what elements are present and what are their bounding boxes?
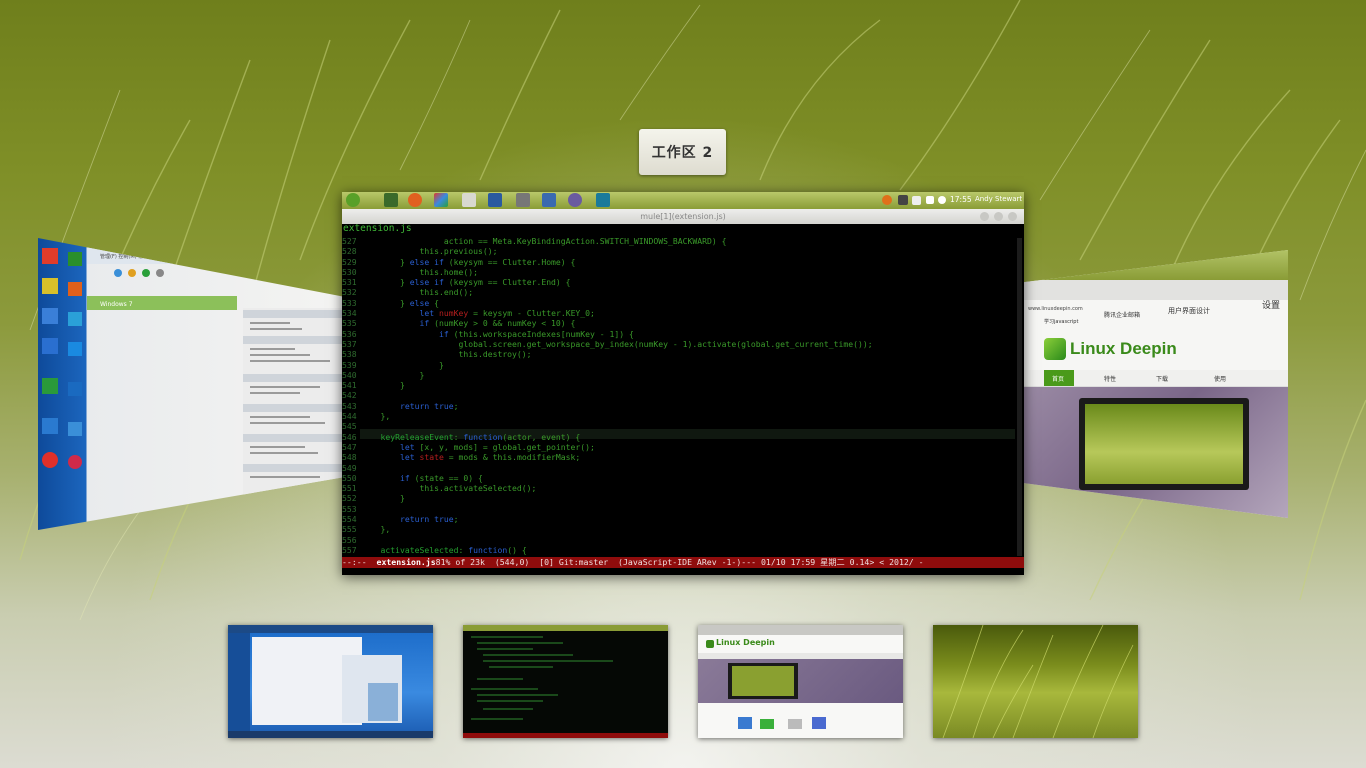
line-number: 553 — [342, 503, 357, 514]
line-number: 530 — [342, 266, 357, 277]
display-icon[interactable] — [488, 193, 502, 207]
close-button[interactable] — [1008, 212, 1017, 221]
line-number: 535 — [342, 318, 357, 329]
panel-clock: 17:55 — [950, 195, 972, 204]
browser-tab-1[interactable]: 学习javascript — [1044, 318, 1078, 325]
line-number: 550 — [342, 472, 357, 483]
line-number: 527 — [342, 236, 357, 246]
chrome-icon[interactable] — [568, 193, 582, 207]
settings-link[interactable]: 设置 — [1262, 298, 1280, 311]
nav-download[interactable]: 下载 — [1156, 374, 1168, 383]
window-titlebar[interactable]: mule[1](extension.js) — [342, 209, 1024, 224]
buffer-name: extension.js — [343, 224, 412, 234]
line-numbers: 527 528 529 530 531 532 533 534 535 536 537 538 539 5… — [342, 236, 360, 557]
battery-icon — [898, 195, 908, 205]
line-number: 549 — [342, 462, 357, 473]
line-number: 557 — [342, 544, 357, 555]
modeline-status: 81% of 23k (544,0) [0] Git:master (JavaS… — [435, 557, 924, 567]
vm-icon[interactable] — [596, 193, 610, 207]
workspace-thumbnail-3[interactable]: Linux Deepin — [698, 625, 903, 738]
main-window-emacs[interactable]: 17:55 Andy Stewart mule[1](extension.js)… — [342, 192, 1024, 575]
terminal-icon[interactable] — [384, 193, 398, 207]
left-window-content: 管理(F) 控制(M) 帮助(H) Windows 7 — [42, 246, 342, 508]
line-number: 532 — [342, 287, 357, 298]
line-number: 546 — [342, 431, 357, 442]
thumb-deepin-logo: Linux Deepin — [716, 638, 775, 647]
line-number: 543 — [342, 400, 357, 411]
left-window-preview[interactable]: 管理(F) 控制(M) 帮助(H) Windows 7 — [38, 238, 342, 530]
line-number: 533 — [342, 297, 357, 308]
settings-icon[interactable] — [938, 196, 946, 204]
line-number: 537 — [342, 338, 357, 349]
line-number: 536 — [342, 328, 357, 339]
code-editor[interactable]: extension.js 527 528 529 530 531 532 533 534 535… — [342, 224, 1024, 557]
editor-scrollbar[interactable] — [1017, 238, 1022, 556]
deepin-logo-icon — [1044, 338, 1066, 360]
line-number: 539 — [342, 359, 357, 370]
line-number: 547 — [342, 441, 357, 452]
minimize-button[interactable] — [980, 212, 989, 221]
firefox-icon[interactable] — [408, 193, 422, 207]
workspace-thumbnail-4[interactable] — [933, 625, 1138, 738]
workspace-label: 工作区 2 — [639, 129, 726, 175]
right-window-preview[interactable]: 设置 www.linuxdeepin.com 学习javascript 腾讯企业… — [1024, 250, 1288, 518]
colorful-icon[interactable] — [434, 193, 448, 207]
browser-url[interactable]: www.linuxdeepin.com — [1028, 306, 1083, 312]
workspace-thumbnail-2[interactable] — [463, 625, 668, 738]
line-number: 551 — [342, 483, 357, 494]
line-number: 534 — [342, 308, 357, 319]
deepin-menu-icon[interactable] — [346, 193, 360, 207]
panel-user[interactable]: Andy Stewart — [975, 195, 1022, 203]
line-number: 542 — [342, 390, 357, 401]
line-number: 541 — [342, 380, 357, 391]
nav-home[interactable]: 首页 — [1052, 374, 1064, 383]
maximize-button[interactable] — [994, 212, 1003, 221]
browser-tab-2[interactable]: 腾讯企业邮箱 — [1104, 310, 1140, 319]
svg-text:管理(F) 控制(M) 帮助(H): 管理(F) 控制(M) 帮助(H) — [100, 253, 156, 260]
line-number: 540 — [342, 369, 357, 380]
code-text: action == Meta.KeyBindingAction.SWITCH_W… — [380, 236, 873, 557]
line-number: 538 — [342, 349, 357, 360]
vm-name: Windows 7 — [100, 301, 133, 308]
line-number: 528 — [342, 246, 357, 257]
volume-icon[interactable] — [912, 196, 921, 205]
top-panel: 17:55 Andy Stewart — [342, 192, 1024, 209]
line-number: 545 — [342, 421, 357, 432]
line-number: 548 — [342, 452, 357, 463]
workspace-thumbnail-1[interactable] — [228, 625, 433, 738]
line-number: 531 — [342, 277, 357, 288]
line-number: 556 — [342, 534, 357, 545]
files-icon[interactable] — [462, 193, 476, 207]
desktop-icons — [42, 248, 82, 469]
line-number: 529 — [342, 256, 357, 267]
browser-tab-3[interactable]: 用户界面设计 — [1168, 306, 1210, 316]
line-number: 555 — [342, 524, 357, 535]
nav-use[interactable]: 使用 — [1214, 374, 1226, 383]
monitor-icon[interactable] — [542, 193, 556, 207]
line-number: 552 — [342, 493, 357, 504]
nav-features[interactable]: 特性 — [1104, 374, 1116, 383]
emacs-modeline: --:-- extension.js81% of 23k (544,0) [0]… — [342, 557, 1024, 568]
line-number: 554 — [342, 514, 357, 525]
tool-icon[interactable] — [516, 193, 530, 207]
pen-icon — [926, 196, 934, 204]
tray-icon — [882, 195, 892, 205]
deepin-logo-text: Linux Deepin — [1070, 339, 1177, 358]
window-title: mule[1](extension.js) — [640, 212, 726, 221]
line-number: 544 — [342, 411, 357, 422]
laptop-image — [1079, 398, 1249, 490]
modeline-buffer: extension.js — [376, 557, 436, 567]
